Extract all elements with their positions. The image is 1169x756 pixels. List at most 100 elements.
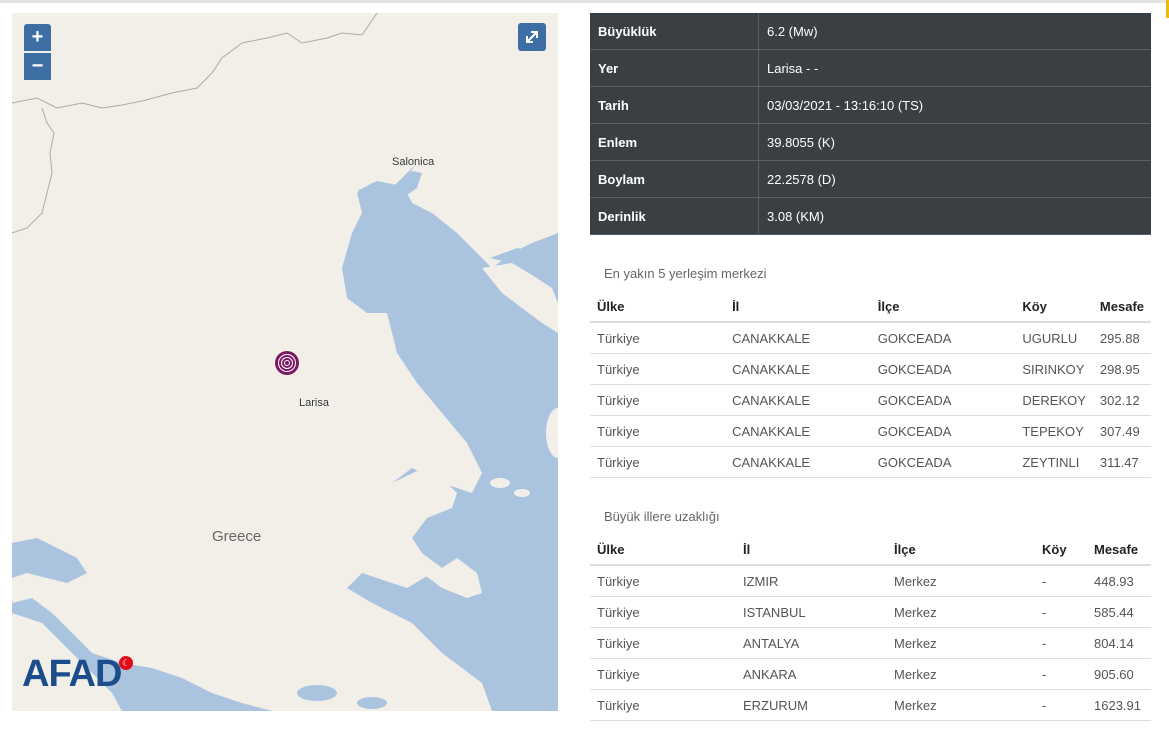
info-value: 39.8055 (K) <box>758 123 1151 161</box>
border-albania <box>12 107 55 234</box>
table-row: Türkiye IZMIR Merkez -448.93 <box>590 565 1151 597</box>
table-row: Türkiye CANAKKALE GOKCEADA ZEYTINLI 311.47 <box>590 446 1151 478</box>
info-value: 03/03/2021 - 13:16:10 (TS) <box>758 86 1151 124</box>
info-row: Boylam 22.2578 (D) <box>590 160 1151 198</box>
table-cell: Türkiye <box>590 565 736 597</box>
table-cell: IZMIR <box>736 565 887 597</box>
table-cell: 905.60 <box>1087 658 1151 690</box>
city-label-salonica: Salonica <box>392 156 435 168</box>
map-panel[interactable]: + − Salonica Larisa Greece AFAD ☾ <box>12 13 558 711</box>
table-cell: SIRINKOY <box>1015 353 1093 385</box>
table-cell: ANTALYA <box>736 627 887 659</box>
column-header: İlçe <box>887 534 1035 566</box>
table-cell: Merkez <box>887 596 1035 628</box>
table-cell: 804.14 <box>1087 627 1151 659</box>
sea-aegean <box>342 133 558 711</box>
table-cell: - <box>1035 565 1087 597</box>
column-header: İlçe <box>870 291 1016 323</box>
table-cell: Türkiye <box>590 322 726 354</box>
epicenter-icon[interactable] <box>274 350 300 376</box>
table-cell: Türkiye <box>590 353 726 385</box>
zoom-control: + − <box>24 24 51 82</box>
column-header: Köy <box>1035 534 1087 566</box>
table-cell: Türkiye <box>590 415 726 447</box>
table-cell: ISTANBUL <box>736 596 887 628</box>
table-cell: UGURLU <box>1015 322 1093 354</box>
table-cell: CANAKKALE <box>725 353 871 385</box>
info-row: Tarih 03/03/2021 - 13:16:10 (TS) <box>590 86 1151 124</box>
cities-table: Ülke İl İlçe Köy Mesafe Türkiye IZMIR Merkez -4… <box>590 534 1151 721</box>
table-cell: 1623.91 <box>1087 689 1151 721</box>
table-row: Türkiye CANAKKALE GOKCEADA DEREKOY 302.12 <box>590 384 1151 416</box>
table-cell: 295.88 <box>1092 322 1151 354</box>
info-row: Yer Larisa - - <box>590 49 1151 87</box>
nearest-table: Ülke İl İlçe Köy Mesafe Türkiye CANAKKALE GOKC… <box>590 291 1151 478</box>
info-key: Tarih <box>590 86 759 124</box>
column-header: Köy <box>1015 291 1093 323</box>
info-value: Larisa - - <box>758 49 1151 87</box>
turkey-flag-icon: ☾ <box>119 656 133 670</box>
table-cell: 448.93 <box>1087 565 1151 597</box>
info-row: Derinlik 3.08 (KM) <box>590 197 1151 235</box>
info-row: Enlem 39.8055 (K) <box>590 123 1151 161</box>
sea-west <box>12 538 87 583</box>
border-north <box>12 13 378 109</box>
table-row: Türkiye CANAKKALE GOKCEADA UGURLU 295.88 <box>590 322 1151 354</box>
top-divider <box>0 0 1169 3</box>
info-key: Yer <box>590 49 759 87</box>
zoom-in-button[interactable]: + <box>24 24 51 51</box>
info-key: Enlem <box>590 123 759 161</box>
table-cell: GOKCEADA <box>870 384 1016 416</box>
table-cell: Türkiye <box>590 596 736 628</box>
table-cell: Merkez <box>887 689 1035 721</box>
table-cell: ZEYTINLI <box>1015 446 1093 478</box>
table-cell: ANKARA <box>736 658 887 690</box>
table-cell: 585.44 <box>1087 596 1151 628</box>
table-cell: Türkiye <box>590 446 726 478</box>
expand-button[interactable] <box>518 23 546 51</box>
info-key: Boylam <box>590 160 759 198</box>
table-cell: GOKCEADA <box>870 415 1016 447</box>
table-cell: 311.47 <box>1092 446 1151 478</box>
table-cell: - <box>1035 627 1087 659</box>
info-row: Büyüklük 6.2 (Mw) <box>590 13 1151 50</box>
table-cell: CANAKKALE <box>725 384 871 416</box>
table-cell: - <box>1035 689 1087 721</box>
table-cell: Türkiye <box>590 658 736 690</box>
info-value: 3.08 (KM) <box>758 197 1151 235</box>
table-cell: Merkez <box>887 565 1035 597</box>
table-cell: CANAKKALE <box>725 322 871 354</box>
table-cell: TEPEKOY <box>1015 415 1093 447</box>
table-row: Türkiye CANAKKALE GOKCEADA TEPEKOY 307.49 <box>590 415 1151 447</box>
cities-title: Büyük illere uzaklığı <box>604 509 720 524</box>
table-cell: GOKCEADA <box>870 322 1016 354</box>
table-cell: Türkiye <box>590 689 736 721</box>
earthquake-info-table: Büyüklük 6.2 (Mw) Yer Larisa - - Tarih 03/03/… <box>590 13 1151 235</box>
info-value: 6.2 (Mw) <box>758 13 1151 50</box>
table-row: Türkiye ANKARA Merkez -905.60 <box>590 658 1151 690</box>
info-key: Derinlik <box>590 197 759 235</box>
table-cell: - <box>1035 596 1087 628</box>
info-value: 22.2578 (D) <box>758 160 1151 198</box>
nearest-title: En yakın 5 yerleşim merkezi <box>604 266 767 281</box>
table-cell: Türkiye <box>590 384 726 416</box>
table-cell: DEREKOY <box>1015 384 1093 416</box>
table-cell: 307.49 <box>1092 415 1151 447</box>
expand-icon <box>526 31 538 43</box>
table-cell: 298.95 <box>1092 353 1151 385</box>
table-row: Türkiye ANTALYA Merkez -804.14 <box>590 627 1151 659</box>
column-header: Ülke <box>590 291 726 323</box>
table-row: Türkiye ISTANBUL Merkez -585.44 <box>590 596 1151 628</box>
table-cell: ERZURUM <box>736 689 887 721</box>
table-cell: 302.12 <box>1092 384 1151 416</box>
column-header: Mesafe <box>1087 534 1151 566</box>
country-label-greece: Greece <box>212 528 262 545</box>
afad-logo: AFAD <box>22 653 122 695</box>
table-row: Türkiye ERZURUM Merkez -1623.91 <box>590 689 1151 721</box>
zoom-out-button[interactable]: − <box>24 53 51 80</box>
table-cell: Türkiye <box>590 627 736 659</box>
table-cell: CANAKKALE <box>725 415 871 447</box>
city-label-larisa: Larisa <box>299 397 329 409</box>
column-header: Mesafe <box>1092 291 1151 323</box>
table-cell: Merkez <box>887 658 1035 690</box>
